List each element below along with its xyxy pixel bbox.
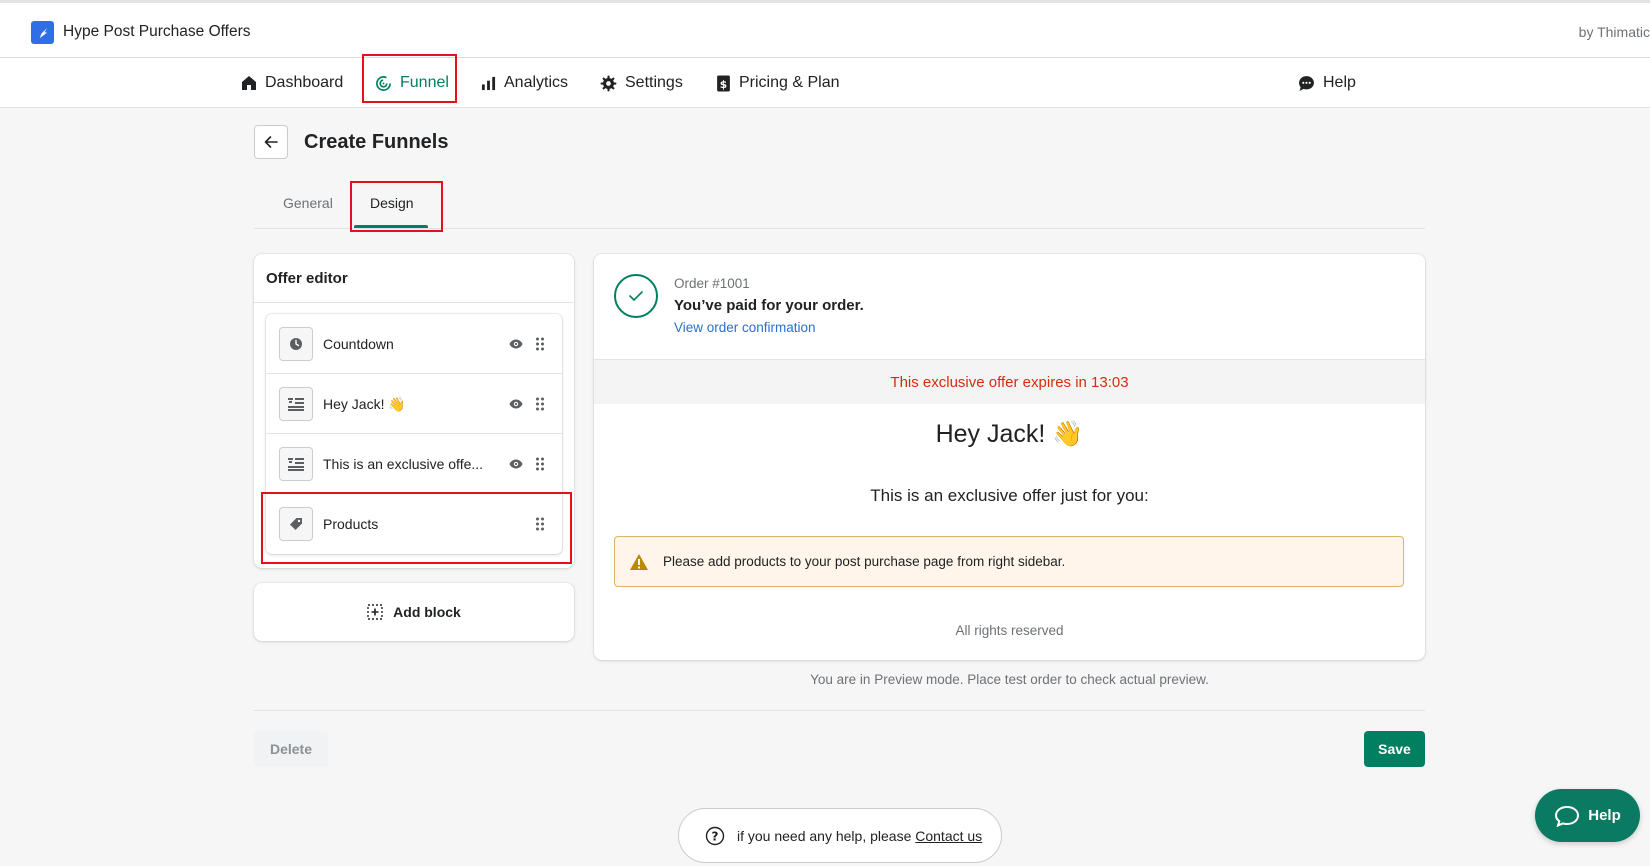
nav-settings-label: Settings [625,74,683,91]
add-block-label: Add block [393,604,461,620]
contact-us-link[interactable]: Contact us [915,828,982,844]
nav-dashboard[interactable]: Dashboard [241,58,343,108]
home-icon [242,76,256,90]
help-footer-text: if you need any help, please Contact us [737,828,982,844]
eye-icon[interactable] [509,459,523,469]
chat-bubble-icon [1555,805,1580,827]
rights-text: All rights reserved [955,623,1064,638]
nav-dashboard-label: Dashboard [265,74,344,91]
nav-pricing-label: Pricing & Plan [739,74,840,91]
back-button[interactable] [254,125,288,159]
block-list: Countdown Hey Jack! 👋 This is an exclusi… [266,314,562,554]
block-products[interactable]: Products [266,494,562,554]
help-footer-prefix: if you need any help, please [737,827,912,844]
block-label: Hey Jack! 👋 [323,396,406,412]
clock-icon [279,327,313,361]
order-number: Order #1001 [674,276,750,291]
warning-triangle-icon [630,553,648,570]
drag-handle-icon[interactable] [535,337,545,351]
block-label: Countdown [323,336,394,352]
warning-banner: Please add products to your post purchas… [614,536,1404,587]
order-paid-text: You’ve paid for your order. [674,297,864,314]
app-title: Hype Post Purchase Offers [63,23,251,40]
drag-handle-icon[interactable] [535,397,545,411]
add-block-icon [367,604,383,620]
nav-analytics[interactable]: Analytics [481,58,568,108]
offer-editor-title: Offer editor [266,270,348,287]
question-circle-icon: ? [705,826,725,845]
nav-funnel[interactable]: Funnel [375,58,449,108]
tag-icon [279,507,313,541]
page-title: Create Funnels [304,131,449,153]
svg-text:$: $ [720,77,727,90]
nav-help-label: Help [1323,74,1356,91]
main-nav: Dashboard Funnel Analytics Settings $ Pr… [0,58,1650,108]
help-floating-label: Help [1588,807,1621,824]
nav-settings[interactable]: Settings [600,58,683,108]
add-block-button[interactable]: Add block [254,583,574,641]
view-order-confirmation-link[interactable]: View order confirmation [674,320,816,335]
help-floating-button[interactable]: Help [1535,789,1640,842]
drag-handle-icon[interactable] [535,517,545,531]
app-bar: Hype Post Purchase Offers by Thimatic [0,0,1650,58]
block-offer-text[interactable]: This is an exclusive offe... [266,434,562,494]
nav-funnel-label: Funnel [400,74,449,91]
app-logo-icon [31,21,54,44]
drag-handle-icon[interactable] [535,457,545,471]
nav-help[interactable]: Help [1298,58,1356,108]
offer-subheading: This is an exclusive offer just for you: [870,486,1149,505]
offer-editor-card: Offer editor Countdown Hey Jack! 👋 This … [254,254,574,568]
preview-card: Order #1001 You’ve paid for your order. … [594,254,1425,660]
countdown-banner: This exclusive offer expires in 13:03 [594,360,1425,404]
block-greeting[interactable]: Hey Jack! 👋 [266,374,562,434]
receipt-dollar-icon: $ [717,75,730,91]
warning-text: Please add products to your post purchas… [663,554,1066,569]
checkmark-circle-icon [614,274,658,318]
greeting-heading: Hey Jack! 👋 [935,420,1084,448]
svg-text:?: ? [712,829,719,843]
eye-icon[interactable] [509,399,523,409]
bar-chart-icon [481,76,496,90]
eye-icon[interactable] [509,339,523,349]
tab-general[interactable]: General [283,195,333,211]
text-block-icon [279,447,313,481]
block-label: Products [323,516,379,532]
text-block-icon [279,387,313,421]
save-button[interactable]: Save [1364,731,1425,767]
block-label: This is an exclusive offe... [323,456,484,472]
tabs-divider [254,228,1425,229]
delete-button[interactable]: Delete [254,731,328,767]
block-countdown[interactable]: Countdown [266,314,562,374]
funnel-spiral-icon [376,75,391,91]
chat-bubble-icon [1299,75,1314,91]
arrow-left-icon [264,136,278,148]
tab-design[interactable]: Design [370,195,414,211]
preview-mode-note: You are in Preview mode. Place test orde… [810,672,1209,687]
nav-pricing[interactable]: $ Pricing & Plan [716,58,840,108]
help-footer: ? if you need any help, please Contact u… [678,808,1002,863]
divider [254,710,1425,711]
gear-icon [600,75,617,91]
divider [254,302,574,303]
nav-analytics-label: Analytics [504,74,569,91]
app-vendor: by Thimatic [1578,24,1650,40]
